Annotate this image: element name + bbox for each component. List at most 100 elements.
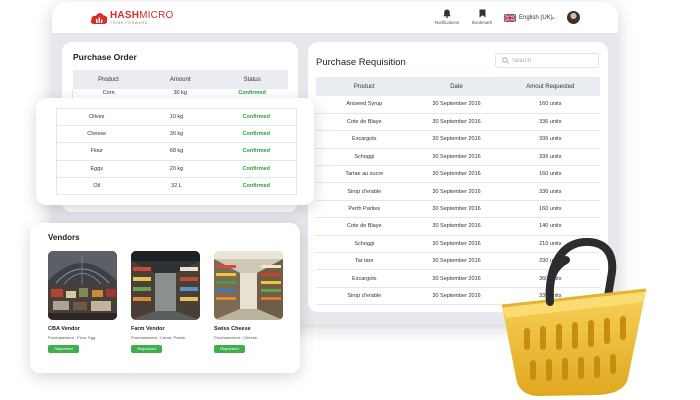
vendor-purchasement: Purchasement : Carrot, Potato [131,335,186,340]
product-cell: Sirop d'erable [316,287,413,306]
table-row[interactable]: Cheese 30 kg Confirmed [56,125,297,144]
amount-cell: 336 units [500,113,600,132]
notifications-label: Notifications [434,20,460,25]
vendor-name: Swiss Cheese [214,326,251,332]
table-row[interactable]: Flour 68 kg Confirmed [56,142,297,161]
column-header-amount-requested[interactable]: Amout Requested [500,77,600,96]
product-cell: Sirop d'erable [316,182,413,201]
brand-tagline: THINK FORWARD [110,21,148,25]
product-cell: Cheese [56,125,137,144]
table-row[interactable]: Cote de Blaye 30 September 2016 140 units [316,217,600,236]
status-cell: Confirmed [216,125,297,144]
column-header-amount[interactable]: Amount [144,70,217,89]
product-cell: Cote de Blaye [316,113,413,132]
status-cell: Confirmed [216,177,297,195]
status-cell: Confirmed [216,142,297,161]
status-badge: Requested [131,345,162,353]
date-cell: 30 September 2016 [412,113,501,132]
bookmark-button[interactable]: Bookmark [462,8,502,30]
date-cell: 30 September 2016 [412,200,501,219]
amount-cell: 336 units [500,130,600,149]
cloud-logo-icon [90,13,108,24]
vendors-card: Vendors CBA Vendor Purchasement : Flour,… [30,223,300,373]
search-input[interactable] [512,56,596,66]
table-row[interactable]: Escargots 30 September 2016 336 units [316,130,600,149]
product-cell: Tartae au sucre [316,165,413,184]
table-row[interactable]: Olives 10 kg Confirmed [56,107,297,127]
bookmark-icon [479,9,485,18]
supermarket-aisle-photo [214,251,283,320]
table-row[interactable]: Eggs 20 kg Confirmed [56,160,297,178]
status-cell: Confirmed [216,107,297,127]
shopping-basket-icon [501,238,647,396]
column-header-product[interactable]: Product [316,77,413,96]
purchase-requisition-title: Purchase Requisition [316,57,406,68]
product-cell: Flour [56,142,137,161]
product-cell: Perth Parties [316,200,413,219]
vendor-name: Farm Vendor [131,326,165,332]
product-cell: Oil [56,177,137,195]
brand-name: HASHMICRO [110,10,174,21]
amount-cell: 30 kg [136,125,217,144]
purchase-order-popout-table: Olives 10 kg Confirmed Cheese 30 kg Confirme… [56,107,297,195]
amount-cell: 160 units [500,200,600,219]
amount-cell: 68 kg [136,142,217,161]
date-cell: 30 September 2016 [412,217,501,236]
vendors-title: Vendors [48,233,80,242]
date-cell: 30 September 2016 [412,165,501,184]
vendor-purchasement: Purchasement : Flour, Egg [48,335,96,340]
table-row[interactable]: Oil 32 L Confirmed [56,177,297,195]
vendor-card-farm[interactable]: Farm Vendor Purchasement : Carrot, Potat… [131,251,201,353]
vendor-purchasement: Purchasement : Cheese [214,335,257,340]
amount-cell: 10 kg [136,107,217,127]
bell-icon [443,9,451,18]
product-cell: Cote de Blaye [316,217,413,236]
amount-cell: 160 units [500,96,600,114]
status-badge: Requested [48,345,79,353]
product-cell: Olives [56,107,137,127]
status-cell: Confirmed [216,160,297,178]
table-row[interactable]: Sirop d'erable 30 September 2016 336 units [316,182,600,201]
notifications-button[interactable]: Notifications [427,8,467,30]
table-row[interactable]: Tartae au sucre 30 September 2016 160 unit… [316,165,600,184]
language-label: English (UK) [519,15,553,21]
search-box[interactable] [495,53,599,68]
amount-cell: 140 units [500,217,600,236]
product-cell: Escargots [316,269,413,288]
column-header-status[interactable]: Status [216,70,288,89]
purchase-order-title: Purchase Order [73,52,137,62]
amount-cell: 160 units [500,165,600,184]
status-badge: Requested [214,345,245,353]
table-row[interactable]: Perth Parties 30 September 2016 160 units [316,200,600,219]
product-cell: Escargots [316,130,413,149]
table-header-row: Product Date Amout Requested [316,77,600,96]
table-header-row: Product Amount Status [72,70,288,89]
market-hall-photo [48,251,117,320]
product-cell: Tar tare [316,252,413,271]
vendor-name: CBA Vendor [48,326,80,332]
amount-cell: 20 kg [136,160,217,178]
vendor-card-cba[interactable]: CBA Vendor Purchasement : Flour, Egg Req… [48,251,118,353]
table-row[interactable]: Schoggi 30 September 2016 336 units [316,148,600,167]
search-icon [502,57,509,64]
table-row[interactable]: Aniseed Syrup 30 September 2016 160 units [316,96,600,114]
column-header-date[interactable]: Date [412,77,501,96]
vendor-card-swiss-cheese[interactable]: Swiss Cheese Purchasement : Cheese Reque… [214,251,284,353]
product-cell: Schoggi [316,235,413,254]
table-row[interactable]: Cote de Blaye 30 September 2016 336 units [316,113,600,132]
purchase-order-popout: Olives 10 kg Confirmed Cheese 30 kg Confirme… [36,98,314,205]
date-cell: 30 September 2016 [412,182,501,201]
app-header: HASHMICRO THINK FORWARD Notifications Bo… [52,2,618,34]
column-header-product[interactable]: Product [72,70,145,89]
bookmark-label: Bookmark [471,20,493,25]
date-cell: 30 September 2016 [412,148,501,167]
amount-cell: 32 L [136,177,217,195]
user-avatar[interactable] [567,11,580,24]
uk-flag-icon [504,14,516,22]
date-cell: 30 September 2016 [412,130,501,149]
date-cell: 30 September 2016 [412,96,501,114]
product-cell: Eggs [56,160,137,178]
product-cell: Schoggi [316,148,413,167]
product-cell: Aniseed Syrup [316,96,413,114]
chevron-down-icon: ⌄ [551,15,557,21]
